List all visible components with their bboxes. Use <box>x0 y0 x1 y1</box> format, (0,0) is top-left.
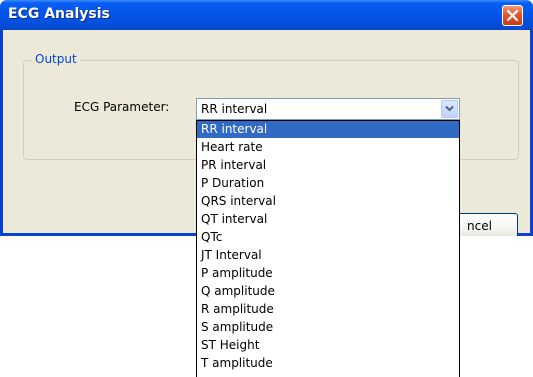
dropdown-option-pr-interval[interactable]: PR interval <box>197 157 459 174</box>
dropdown-option-jt-interval[interactable]: JT Interval <box>197 247 459 264</box>
close-icon <box>506 9 519 22</box>
window-title: ECG Analysis <box>8 6 110 22</box>
dropdown-option-qrs-interval[interactable]: QRS interval <box>197 193 459 210</box>
dropdown-option-q-amplitude[interactable]: Q amplitude <box>197 283 459 300</box>
dropdown-option-qt-interval[interactable]: QT interval <box>197 211 459 228</box>
ecg-parameter-label: ECG Parameter: <box>74 100 170 114</box>
dropdown-option-heart-rate[interactable]: Heart rate <box>197 139 459 156</box>
ecg-parameter-dropdown-list: RR interval Heart rate PR interval P Dur… <box>196 120 460 377</box>
dropdown-option-p-amplitude[interactable]: P amplitude <box>197 265 459 282</box>
ecg-parameter-select[interactable]: RR interval <box>196 98 460 120</box>
output-group-legend: Output <box>32 52 80 66</box>
ecg-parameter-value: RR interval <box>201 102 268 116</box>
chevron-down-icon <box>445 105 454 112</box>
close-button[interactable] <box>502 5 523 26</box>
dropdown-option-t-amplitude[interactable]: T amplitude <box>197 355 459 372</box>
dropdown-option-s-amplitude[interactable]: S amplitude <box>197 319 459 336</box>
dropdown-option-qtc[interactable]: QTc <box>197 229 459 246</box>
dropdown-toggle-button[interactable] <box>441 100 458 118</box>
dropdown-option-st-height[interactable]: ST Height <box>197 337 459 354</box>
dropdown-option-r-amplitude[interactable]: R amplitude <box>197 301 459 318</box>
title-bar[interactable]: ECG Analysis <box>0 0 533 30</box>
dropdown-option-p-duration[interactable]: P Duration <box>197 175 459 192</box>
dropdown-option-rr-interval[interactable]: RR interval <box>197 121 459 138</box>
